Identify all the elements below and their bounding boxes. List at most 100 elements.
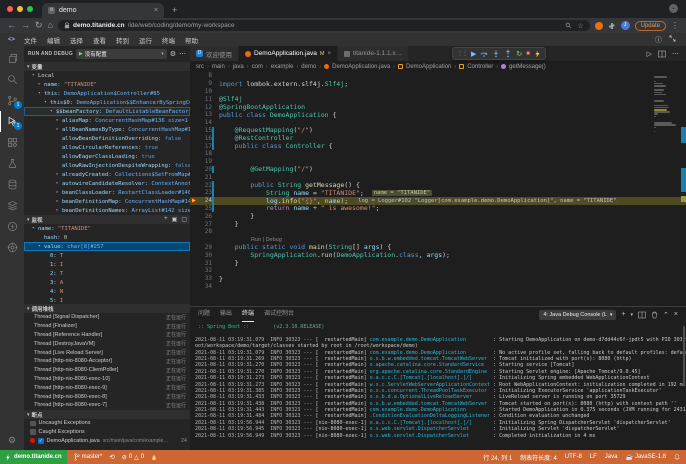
panel-tab-输出[interactable]: 输出 bbox=[220, 307, 232, 322]
menu-item-编辑[interactable]: 编辑 bbox=[42, 38, 65, 45]
panel-tab-终端[interactable]: 终端 bbox=[242, 307, 254, 322]
variable-row[interactable]: 4: N bbox=[24, 287, 190, 296]
activity-source-control-icon[interactable]: 1 bbox=[0, 90, 24, 111]
code-line[interactable]: 22 public String getMessage() { bbox=[190, 181, 686, 189]
minimize-window-button[interactable] bbox=[17, 6, 23, 12]
thread-row[interactable]: Thread [Live Reload Server]正在运行 bbox=[24, 348, 190, 357]
new-terminal-chevron-icon[interactable]: ▾ bbox=[631, 312, 634, 318]
launch-config-dropdown[interactable]: ▶ 没有配置 ▾ bbox=[76, 49, 167, 59]
activity-extensions-icon[interactable] bbox=[0, 132, 24, 153]
close-section-icon[interactable]: ▢ bbox=[181, 216, 187, 223]
tab-search-icon[interactable]: ⌄ bbox=[669, 4, 678, 13]
collapse-all-icon[interactable]: ▣ bbox=[172, 216, 178, 223]
forward-icon[interactable]: → bbox=[21, 21, 30, 30]
maximize-window-button[interactable] bbox=[27, 6, 33, 12]
activity-explorer-icon[interactable] bbox=[0, 48, 24, 69]
variable-row[interactable]: ▾name: "TITANIDE" bbox=[24, 224, 190, 233]
gutter[interactable] bbox=[190, 244, 198, 252]
thread-row[interactable]: Thread [http-nio-8080-exec-8]正在运行 bbox=[24, 392, 190, 401]
browser-menu-icon[interactable]: ⋮ bbox=[671, 21, 679, 30]
editor-tab-titanide-1.1.1.x…[interactable]: titanide-1.1.1.x… bbox=[338, 46, 409, 61]
drag-handle[interactable]: ⋮⋮ bbox=[457, 50, 467, 57]
split-terminal-icon[interactable] bbox=[638, 311, 646, 319]
breadcrumb-item[interactable]: example bbox=[271, 64, 294, 70]
variable-row[interactable]: allowCircularReferences: true bbox=[24, 143, 190, 152]
breakpoint-checkbox[interactable] bbox=[30, 429, 36, 435]
thread-row[interactable]: Thread [http-nio-8080-exec-10]正在运行 bbox=[24, 375, 190, 384]
gutter[interactable]: ▶ bbox=[190, 197, 198, 205]
variable-row[interactable]: allowRawInjectionDespiteWrapping: false bbox=[24, 161, 190, 170]
code-line[interactable]: 28 bbox=[190, 228, 686, 236]
status-item[interactable]: 制表符长度: 4 bbox=[520, 453, 557, 462]
code-line[interactable]: 17 public class Controller { bbox=[190, 142, 686, 150]
callstack-section-header[interactable]: ▾ 调用堆栈 bbox=[24, 304, 190, 313]
git-branch-status[interactable]: master* bbox=[74, 453, 103, 461]
split-editor-icon[interactable] bbox=[658, 50, 666, 58]
home-icon[interactable]: ⌂ bbox=[48, 21, 53, 30]
gutter[interactable] bbox=[190, 259, 198, 267]
variable-row[interactable]: ▾Local bbox=[24, 71, 190, 80]
address-bar[interactable]: demo.titanide.cn/ide/web/coding/demo/my-… bbox=[58, 20, 590, 31]
menu-item-运行[interactable]: 运行 bbox=[134, 38, 157, 45]
code-line[interactable]: 13public class DemoApplication { bbox=[190, 111, 686, 119]
gutter[interactable] bbox=[190, 127, 198, 135]
breakpoint-checkbox[interactable] bbox=[30, 421, 36, 427]
code-line[interactable]: 25 return name + " is awesome!"; bbox=[190, 205, 686, 213]
maximize-panel-icon[interactable]: ⌃ bbox=[663, 311, 669, 319]
gutter[interactable] bbox=[190, 283, 198, 291]
step-into-icon[interactable] bbox=[492, 50, 500, 58]
code-line[interactable]: 9import lombok.extern.slf4j.Slf4j; bbox=[190, 80, 686, 88]
breadcrumb-item[interactable]: DemoApplication bbox=[406, 64, 451, 70]
variable-row[interactable]: ▸aliasMap: ConcurrentHashMap#136 size=1 bbox=[24, 116, 190, 125]
gutter[interactable] bbox=[190, 142, 198, 150]
thread-row[interactable]: Thread [http-nio-8080-Acceptor]正在运行 bbox=[24, 357, 190, 366]
status-item[interactable]: 行 24, 列 1 bbox=[483, 453, 512, 462]
code-line[interactable]: 11@Slf4j bbox=[190, 95, 686, 103]
extensions-puzzle-icon[interactable] bbox=[608, 22, 616, 30]
gutter[interactable] bbox=[190, 103, 198, 111]
activity-test-icon[interactable] bbox=[0, 153, 24, 174]
code-line[interactable]: 23 String name = "TITANIDE";name = "TITA… bbox=[190, 189, 686, 197]
close-tab-icon[interactable]: × bbox=[154, 7, 158, 14]
gutter[interactable] bbox=[190, 267, 198, 275]
gutter[interactable] bbox=[190, 251, 198, 259]
menu-item-文件[interactable]: 文件 bbox=[19, 38, 42, 45]
activity-search-icon[interactable] bbox=[0, 69, 24, 90]
variable-row[interactable]: ▸beanDefinitionMap: ConcurrentHashMap#14… bbox=[24, 197, 190, 206]
code-line[interactable]: 31 } bbox=[190, 259, 686, 267]
code-line[interactable]: 26 } bbox=[190, 212, 686, 220]
activity-target-icon[interactable] bbox=[0, 237, 24, 258]
info-icon[interactable]: ⓘ bbox=[655, 35, 662, 45]
debug-settings-gear-icon[interactable]: ⚙ bbox=[170, 50, 176, 58]
code-line[interactable]: 33} bbox=[190, 275, 686, 283]
code-line[interactable]: 14 bbox=[190, 119, 686, 127]
variable-row[interactable]: 3: A bbox=[24, 278, 190, 287]
new-terminal-icon[interactable]: + bbox=[621, 311, 625, 318]
variable-row[interactable]: ▸name: "TITANIDE" bbox=[24, 80, 190, 89]
code-editor[interactable]: 89import lombok.extern.slf4j.Slf4j;1011@… bbox=[190, 72, 686, 306]
stop-icon[interactable]: ■ bbox=[526, 51, 530, 57]
status-item[interactable]: Java bbox=[605, 454, 618, 460]
activity-debug-icon[interactable]: 1 bbox=[0, 111, 24, 132]
step-out-icon[interactable] bbox=[504, 50, 512, 58]
variable-row[interactable]: ▸beanDefinitionNames: ArrayList#142 size… bbox=[24, 206, 190, 215]
hot-reload-status[interactable] bbox=[151, 454, 157, 461]
breadcrumb-item[interactable]: src bbox=[196, 64, 204, 70]
expand-icon[interactable] bbox=[669, 35, 676, 42]
kill-terminal-icon[interactable] bbox=[651, 311, 658, 319]
variable-row[interactable]: allowBeanDefinitionOverriding: false bbox=[24, 134, 190, 143]
variable-row[interactable]: ▸autowireCandidateResolver: ContextAnnot… bbox=[24, 179, 190, 188]
variables-section-header[interactable]: ▾ 变量 bbox=[24, 62, 190, 71]
thread-row[interactable]: Thread [DestroyJavaVM]正在运行 bbox=[24, 339, 190, 348]
sidebar-more-icon[interactable]: ⋯ bbox=[179, 50, 186, 58]
gutter[interactable] bbox=[190, 212, 198, 220]
code-line[interactable]: 10 bbox=[190, 88, 686, 96]
breadcrumb-item[interactable]: java bbox=[233, 64, 244, 70]
variable-row[interactable]: hash: 0 bbox=[24, 233, 190, 242]
watch-section-header[interactable]: ▾ 监视 + ▣ ▢ bbox=[24, 215, 190, 224]
thread-row[interactable]: Thread [Finalizer]正在运行 bbox=[24, 322, 190, 331]
code-line[interactable]: 19 bbox=[190, 158, 686, 166]
breakpoint-checkbox[interactable]: ✓ bbox=[38, 438, 44, 444]
status-item[interactable]: LF bbox=[590, 454, 597, 460]
close-tab-icon[interactable]: × bbox=[327, 51, 331, 57]
